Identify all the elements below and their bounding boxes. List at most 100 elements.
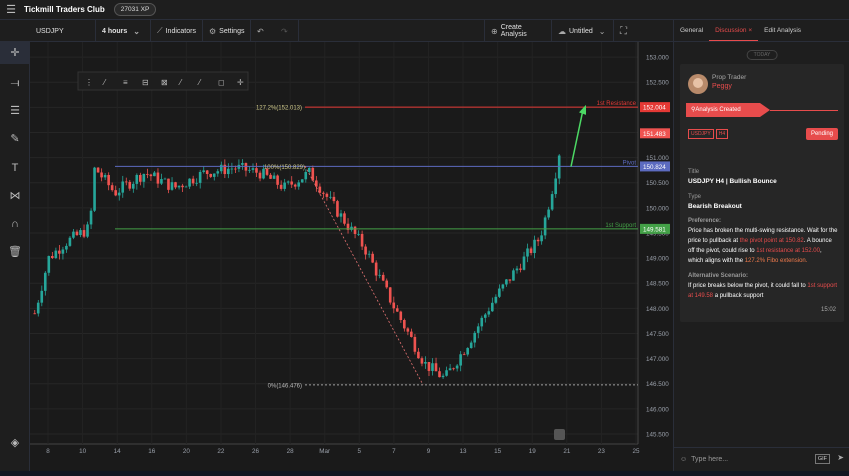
candle <box>483 314 487 318</box>
candle <box>191 178 195 184</box>
candle <box>121 181 125 193</box>
candle <box>36 302 40 314</box>
candle <box>128 181 132 189</box>
candle <box>114 190 117 196</box>
fib-label: 0%(146.476) <box>268 383 302 389</box>
y-tick-label: 152.500 <box>646 80 669 87</box>
trash-icon[interactable]: 🗑 <box>0 241 30 263</box>
crosshair-icon[interactable]: ✛ <box>0 42 30 64</box>
candle <box>364 246 367 255</box>
tab-edit-analysis[interactable]: Edit Analysis <box>758 20 807 41</box>
horizontal-lines-icon[interactable]: ☰ <box>0 100 30 122</box>
y-tick-label: 150.500 <box>646 180 669 187</box>
candle <box>156 172 160 184</box>
go-to-realtime-icon <box>554 429 565 440</box>
candle <box>417 351 420 359</box>
candle <box>357 233 360 235</box>
x-tick-label: 25 <box>632 448 640 455</box>
tab-discussion[interactable]: Discussion × <box>709 20 759 41</box>
text-icon[interactable]: T <box>0 157 30 179</box>
candle <box>124 181 128 183</box>
layers-icon[interactable]: ◈ <box>0 432 30 454</box>
candle <box>198 171 202 183</box>
candle <box>279 184 283 189</box>
last-price-label: 151.483 <box>643 131 666 138</box>
symbol-selector[interactable]: USDJPY <box>30 20 96 42</box>
user-name[interactable]: Peggy <box>712 83 732 90</box>
candle <box>170 182 174 190</box>
magnet-icon[interactable]: ∩ <box>0 213 30 235</box>
trend-line-icon[interactable]: ⟞ <box>0 72 30 94</box>
status-badge[interactable]: Pending <box>805 128 838 140</box>
candle <box>135 174 139 184</box>
preference-label: Preference: <box>688 218 722 224</box>
candle <box>177 185 181 188</box>
pattern-icon[interactable]: ⋈ <box>0 185 30 207</box>
candle <box>290 181 293 185</box>
gif-button[interactable]: GIF <box>814 454 830 464</box>
candle <box>167 178 170 190</box>
candle <box>131 183 135 189</box>
candle <box>276 175 279 185</box>
price-chart[interactable]: 153.000152.500152.000151.500151.000150.5… <box>30 42 673 471</box>
indicators-button[interactable]: ⟋ Indicators <box>151 20 203 42</box>
candle <box>251 168 255 170</box>
candle <box>54 250 58 259</box>
candle <box>371 253 374 263</box>
y-tick-label: 148.000 <box>646 306 669 313</box>
panel-tabs: General Discussion × Edit Analysis <box>674 20 849 42</box>
y-tick-label: 153.000 <box>646 55 669 62</box>
y-tick-label: 150.000 <box>646 205 669 212</box>
close-icon[interactable]: × <box>748 27 752 34</box>
layout-selector[interactable]: ☁ Untitled ⌄ <box>552 20 614 42</box>
price-tag-label: 149.581 <box>643 226 666 233</box>
right-panel: General Discussion × Edit Analysis TODAY… <box>673 20 849 471</box>
settings-button[interactable]: ⚙ Settings <box>203 20 251 42</box>
chart-canvas[interactable]: 153.000152.500152.000151.500151.000150.5… <box>30 42 673 471</box>
candle <box>117 192 121 196</box>
candle <box>163 178 167 180</box>
candle <box>452 368 455 370</box>
candle <box>93 167 96 211</box>
candle <box>286 181 290 183</box>
y-tick-label: 149.000 <box>646 256 669 263</box>
candle <box>248 169 251 171</box>
candle <box>424 362 427 364</box>
tab-general[interactable]: General <box>674 20 709 41</box>
candle <box>392 302 396 309</box>
candle <box>413 336 417 352</box>
x-tick-label: 9 <box>427 448 431 455</box>
candle <box>184 186 188 188</box>
candle <box>43 272 47 291</box>
menu-icon[interactable]: ☰ <box>0 3 22 16</box>
message-input[interactable]: ☺ Type here... GIF ➤ <box>674 447 849 471</box>
candle <box>427 362 431 371</box>
title-label: Title <box>688 169 700 175</box>
candle <box>209 174 213 177</box>
floating-tool-icon: ⋮ <box>85 78 93 87</box>
candle <box>139 174 142 182</box>
app-root: ☰ Tickmill Traders Club 27031 XP USDJPY … <box>0 0 849 471</box>
redo-button[interactable]: ↷ <box>275 20 299 42</box>
fullscreen-button[interactable]: ⛶ <box>614 20 654 42</box>
gear-icon: ⚙ <box>209 26 217 36</box>
undo-button[interactable]: ↶ <box>251 20 275 42</box>
brush-icon[interactable]: ✎ <box>0 128 30 150</box>
candle <box>79 230 82 236</box>
x-tick-label: 5 <box>358 448 362 455</box>
candle <box>103 174 107 178</box>
candle <box>381 274 385 281</box>
candle <box>100 172 103 178</box>
send-icon[interactable]: ➤ <box>837 453 844 462</box>
y-tick-label: 148.500 <box>646 281 669 288</box>
interval-selector[interactable]: 4 hours ⌄ <box>96 20 151 42</box>
create-analysis-button[interactable]: ⊕ Create Analysis <box>484 20 552 42</box>
floating-tool-icon: ⊠ <box>161 78 168 87</box>
emoji-icon[interactable]: ☺ <box>680 456 687 463</box>
candle <box>529 248 533 254</box>
candle <box>283 182 286 189</box>
y-tick-label: 147.000 <box>646 356 669 363</box>
projection-arrowhead <box>579 104 586 115</box>
candle <box>68 237 72 246</box>
fullscreen-icon: ⛶ <box>620 25 627 37</box>
